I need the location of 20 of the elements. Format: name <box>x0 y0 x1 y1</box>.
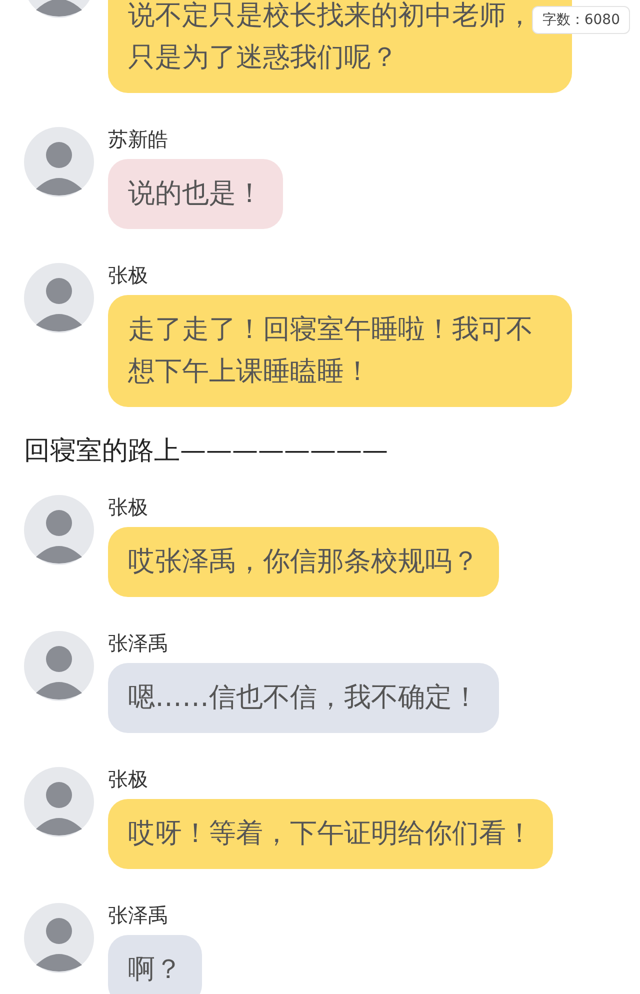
avatar <box>24 903 94 973</box>
avatar <box>24 631 94 701</box>
sender-name: 张极 <box>108 495 148 519</box>
message-bubble: 啊？ <box>108 935 202 994</box>
message-bubble: 哎呀！等着，下午证明给你们看！ <box>108 799 553 869</box>
message-bubble: 说的也是！ <box>108 159 283 229</box>
message-bubble: 走了走了！回寝室午睡啦！我可不想下午上课睡瞌睡！ <box>108 295 572 407</box>
sender-name: 苏新皓 <box>108 127 168 151</box>
sender-name: 张极 <box>108 767 148 791</box>
avatar <box>24 767 94 837</box>
sender-name: 张极 <box>108 263 148 287</box>
message-bubble: 哎张泽禹，你信那条校规吗？ <box>108 527 499 597</box>
narration-text: 回寝室的路上———————— <box>24 435 389 468</box>
avatar <box>24 127 94 197</box>
word-count-badge: 字数：6080 <box>532 6 630 34</box>
sender-name: 张泽禹 <box>108 631 168 655</box>
avatar <box>24 263 94 333</box>
avatar <box>24 495 94 565</box>
sender-name: 张泽禹 <box>108 903 168 927</box>
message-bubble: 嗯……信也不信，我不确定！ <box>108 663 499 733</box>
